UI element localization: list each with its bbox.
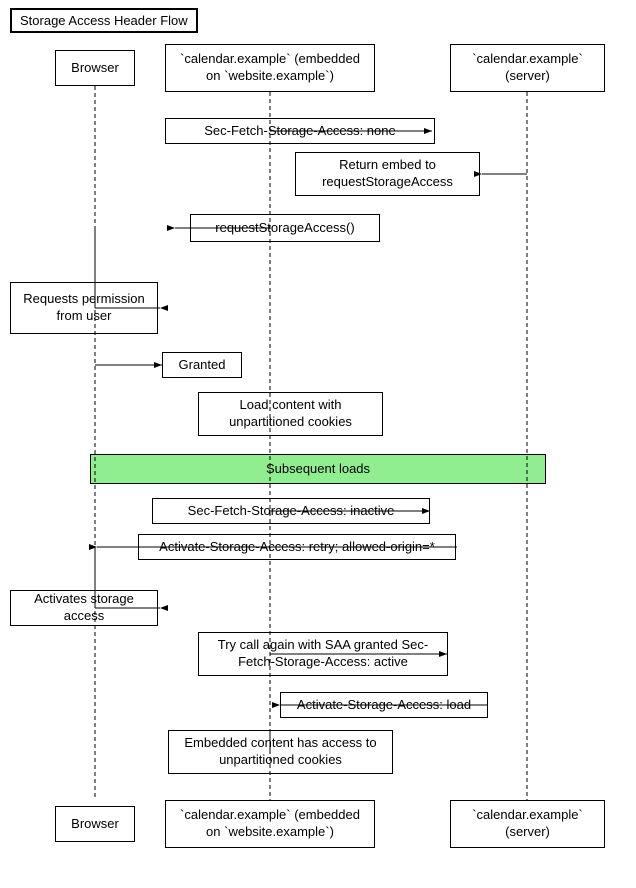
embedded-content-box: Embedded content has access to unpartiti…: [168, 730, 393, 774]
activates-storage-box: Activates storage access: [10, 590, 158, 626]
diagram-container: Storage Access Header Flow Browser `cale…: [0, 0, 636, 888]
subsequent-loads-box: Subsequent loads: [90, 454, 546, 484]
sec-fetch-none-box: Sec-Fetch-Storage-Access: none: [165, 118, 435, 144]
activate-retry-box: Activate-Storage-Access: retry; allowed-…: [138, 534, 456, 560]
return-embed-box: Return embed to requestStorageAccess: [295, 152, 480, 196]
browser-top: Browser: [55, 50, 135, 86]
sec-fetch-inactive-box: Sec-Fetch-Storage-Access: inactive: [152, 498, 430, 524]
calendar-server-bottom: `calendar.example` (server): [450, 800, 605, 848]
calendar-server-top: `calendar.example` (server): [450, 44, 605, 92]
activate-load-box: Activate-Storage-Access: load: [280, 692, 488, 718]
calendar-embedded-bottom: `calendar.example` (embedded on `website…: [165, 800, 375, 848]
try-call-again-box: Try call again with SAA granted Sec-Fetc…: [198, 632, 448, 676]
request-storage-access-box: requestStorageAccess(): [190, 214, 380, 242]
granted-box: Granted: [162, 352, 242, 378]
calendar-embedded-top: `calendar.example` (embedded on `website…: [165, 44, 375, 92]
diagram-title: Storage Access Header Flow: [10, 8, 198, 33]
requests-permission-box: Requests permission from user: [10, 282, 158, 334]
load-content-box: Load content with unpartitioned cookies: [198, 392, 383, 436]
browser-bottom: Browser: [55, 806, 135, 842]
